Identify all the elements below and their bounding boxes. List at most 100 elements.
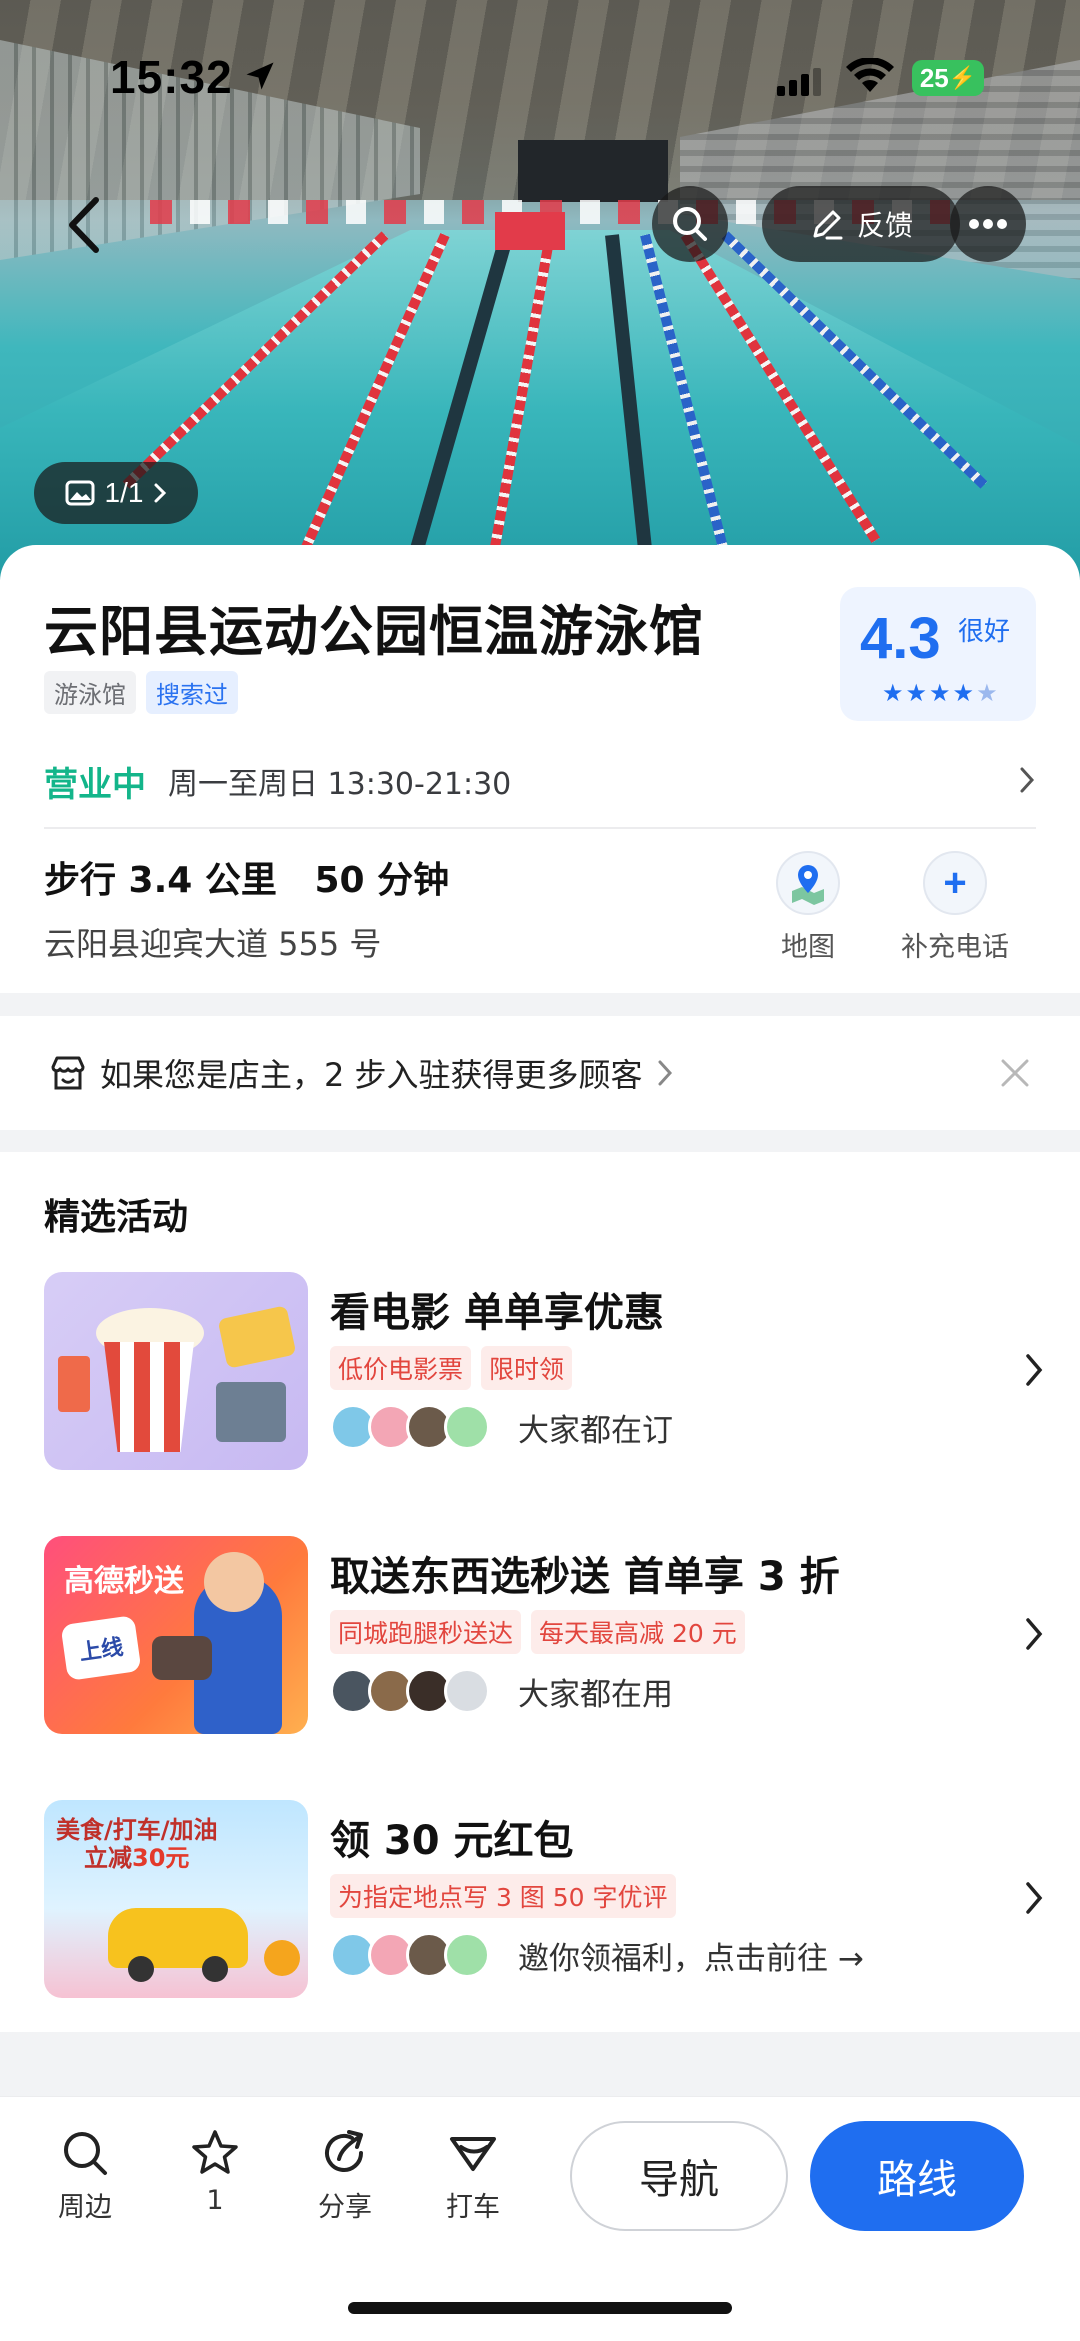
image-icon	[65, 480, 95, 506]
rating-stars: ★★★★★	[882, 679, 1000, 707]
share-icon	[325, 2130, 363, 2172]
redpack-thumbnail: 美食/打车/加油 立减30元	[44, 1800, 308, 1998]
location-arrow-icon	[246, 62, 274, 90]
owner-claim-banner[interactable]: 如果您是店主，2 步入驻获得更多顾客	[0, 1016, 1080, 1130]
activity-title: 领 30 元红包	[330, 1818, 574, 1864]
cellular-signal-icon	[777, 68, 821, 96]
avatar	[444, 1668, 490, 1714]
thumb-banner-text: 美食/打车/加油 立减30元	[56, 1816, 218, 1872]
social-text: 大家都在用	[518, 1676, 673, 1713]
status-time: 15:32	[110, 51, 233, 103]
rating-word: 很好	[958, 617, 1011, 647]
rating-score: 4.3	[860, 606, 941, 671]
social-text[interactable]: 邀你领福利，点击前往 →	[518, 1933, 864, 1978]
activity-title: 看电影 单单享优惠	[330, 1290, 664, 1336]
open-status: 营业中	[44, 764, 146, 805]
nearby-button[interactable]: 周边	[40, 2127, 130, 2224]
depth-banner	[495, 212, 565, 250]
activity-tag: 低价电影票	[330, 1346, 472, 1390]
poi-name: 云阳县运动公园恒温游泳馆	[44, 600, 704, 663]
star-icon	[192, 2130, 238, 2174]
avatar-stack	[330, 1668, 490, 1714]
activity-tags: 同城跑腿秒送达 每天最高减 20 元	[330, 1610, 745, 1654]
wifi-icon	[846, 58, 894, 92]
chevron-right-icon	[1026, 1354, 1043, 1386]
photo-counter[interactable]: 1/1	[34, 462, 198, 524]
search-icon	[673, 207, 707, 241]
category-tag: 游泳馆	[44, 671, 136, 714]
taxi-label: 打车	[446, 2192, 500, 2223]
walking-distance: 步行 3.4 公里 50 分钟	[44, 860, 450, 901]
thumb-line1: 美食/打车/加油	[56, 1816, 218, 1844]
avatar	[444, 1932, 490, 1978]
activity-social-proof: 大家都在用	[330, 1668, 673, 1714]
thumb-line2-a: 立减	[84, 1844, 132, 1872]
more-button[interactable]	[950, 186, 1026, 262]
battery-indicator: 25 ⚡	[912, 60, 984, 96]
avatar	[444, 1404, 490, 1450]
chevron-right-icon	[1026, 1882, 1043, 1914]
nearby-label: 周边	[58, 2192, 112, 2223]
poi-tags: 游泳馆 搜索过	[44, 671, 238, 714]
avatar-stack	[330, 1404, 490, 1450]
activity-social-proof: 邀你领福利，点击前往 →	[330, 1932, 864, 1978]
activity-tag: 为指定地点写 3 图 50 字优评	[330, 1874, 676, 1918]
chevron-right-icon	[154, 483, 167, 503]
plus-icon: +	[923, 851, 987, 915]
activity-tag: 每天最高减 20 元	[531, 1610, 745, 1654]
chevron-right-icon	[1020, 767, 1035, 793]
activity-item-redpack[interactable]: 美食/打车/加油 立减30元 领 30 元红包 为指定地点写 3 图 50 字优…	[0, 1800, 1080, 2000]
owner-claim-text: 如果您是店主，2 步入驻获得更多顾客	[100, 1056, 643, 1094]
favorite-count: 1	[206, 2185, 224, 2216]
thumb-line2-b: 30元	[132, 1844, 190, 1872]
photo-counter-text: 1/1	[104, 477, 144, 508]
business-hours-row[interactable]: 营业中 周一至周日 13:30-21:30	[44, 751, 1036, 811]
back-button[interactable]	[56, 190, 116, 260]
home-indicator	[348, 2302, 732, 2314]
map-label: 地图	[781, 932, 835, 963]
battery-level: 25	[919, 62, 949, 93]
add-phone-label: 补充电话	[901, 932, 1009, 963]
thumb-badge: 上线	[60, 1615, 142, 1681]
map-button[interactable]: 地图	[770, 851, 846, 964]
searched-tag: 搜索过	[146, 671, 238, 714]
movie-thumbnail	[44, 1272, 308, 1470]
thumb-line2: 立减30元	[84, 1844, 218, 1872]
activity-title: 取送东西选秒送 首单享 3 折	[330, 1554, 840, 1600]
share-button[interactable]: 分享	[300, 2127, 390, 2224]
poi-info-card: 云阳县运动公园恒温游泳馆 游泳馆 搜索过 4.3 很好 ★★★★★ 营业中 周一…	[0, 545, 1080, 993]
feedback-label: 反馈	[856, 209, 913, 242]
more-dots-icon	[969, 219, 1007, 229]
social-text: 大家都在订	[518, 1412, 673, 1449]
close-icon[interactable]	[998, 1056, 1032, 1090]
share-label: 分享	[318, 2192, 372, 2223]
feedback-button[interactable]: 反馈	[762, 186, 960, 262]
thumb-brand: 高德秒送	[64, 1564, 184, 1599]
status-bar: 15:32 25 ⚡	[0, 0, 1080, 150]
activity-tags: 为指定地点写 3 图 50 字优评	[330, 1874, 676, 1918]
route-button[interactable]: 路线	[810, 2121, 1024, 2231]
divider	[44, 827, 1036, 829]
section-title: 精选活动	[44, 1197, 189, 1238]
activity-item-movie[interactable]: 看电影 单单享优惠 低价电影票 限时领 大家都在订	[0, 1272, 1080, 1472]
add-phone-button[interactable]: + 补充电话	[890, 851, 1020, 964]
navigate-button[interactable]: 导航	[570, 2121, 788, 2231]
business-hours: 周一至周日 13:30-21:30	[168, 767, 512, 802]
activity-tag: 限时领	[481, 1346, 573, 1390]
featured-activities: 精选活动 看电影 单单享优惠 低价电影票 限时领 大家都在订 高德秒送 上线 取…	[0, 1152, 1080, 2032]
map-pin-icon	[776, 851, 840, 915]
search-button[interactable]	[652, 186, 728, 262]
activity-tag: 同城跑腿秒送达	[330, 1610, 522, 1654]
activity-tags: 低价电影票 限时领	[330, 1346, 573, 1390]
search-icon	[64, 2132, 107, 2175]
charging-bolt-icon: ⚡	[948, 65, 977, 90]
edit-pen-icon	[813, 210, 843, 240]
address[interactable]: 云阳县迎宾大道 555 号	[44, 919, 381, 965]
delivery-thumbnail: 高德秒送 上线	[44, 1536, 308, 1734]
favorite-button[interactable]: 1	[170, 2127, 260, 2216]
taxi-button[interactable]: 打车	[428, 2127, 518, 2224]
activity-item-delivery[interactable]: 高德秒送 上线 取送东西选秒送 首单享 3 折 同城跑腿秒送达 每天最高减 20…	[0, 1536, 1080, 1736]
rating-box[interactable]: 4.3 很好 ★★★★★	[840, 587, 1036, 721]
avatar-stack	[330, 1932, 490, 1978]
activity-social-proof: 大家都在订	[330, 1404, 673, 1450]
